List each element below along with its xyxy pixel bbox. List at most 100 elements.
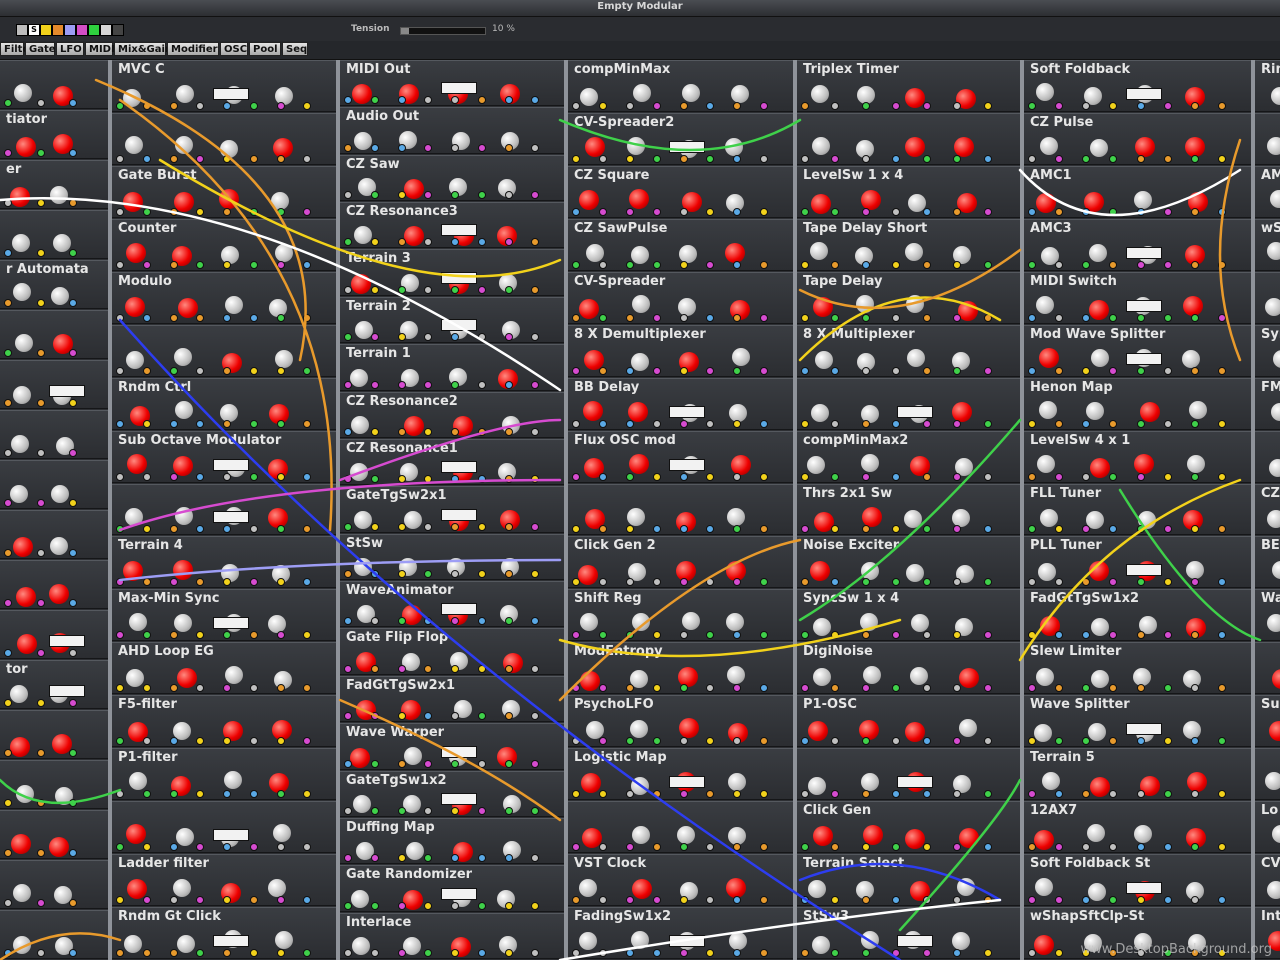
module-panel[interactable]: DigiNoise [797, 642, 1020, 695]
patch-jack[interactable] [142, 843, 151, 852]
patch-jack[interactable] [424, 948, 433, 957]
patch-jack[interactable] [760, 313, 769, 322]
patch-jack[interactable] [801, 207, 809, 216]
patch-jack[interactable] [531, 191, 540, 200]
patch-jack[interactable] [424, 664, 433, 673]
patch-jack[interactable] [504, 143, 513, 152]
patch-jack[interactable] [370, 759, 379, 768]
module-panel[interactable]: CZ [1255, 483, 1280, 536]
patch-jack[interactable] [370, 191, 379, 200]
knob-control[interactable] [910, 667, 929, 686]
patch-jack[interactable] [1190, 525, 1199, 534]
patch-jack[interactable] [861, 313, 870, 322]
patch-jack[interactable] [1109, 313, 1118, 322]
patch-jack[interactable] [1217, 737, 1226, 746]
patch-jack[interactable] [861, 419, 870, 428]
patch-jack[interactable] [344, 475, 352, 484]
module-panel[interactable]: Terrain Select [797, 854, 1020, 907]
patch-jack[interactable] [424, 854, 433, 863]
knob-control[interactable] [626, 507, 645, 526]
knob-control[interactable] [579, 87, 598, 106]
module-panel[interactable]: P1-filter [112, 748, 336, 801]
patch-jack[interactable] [598, 313, 607, 322]
patch-jack[interactable] [1163, 101, 1172, 110]
patch-jack[interactable] [142, 313, 151, 322]
patch-jack[interactable] [276, 207, 285, 216]
patch-jack[interactable] [249, 101, 258, 110]
patch-jack[interactable] [397, 238, 406, 247]
knob-control[interactable] [174, 136, 193, 155]
knob-control[interactable] [1181, 350, 1200, 369]
patch-jack[interactable] [572, 948, 580, 957]
patch-jack[interactable] [424, 806, 433, 815]
knob-control[interactable] [811, 193, 832, 214]
patch-jack[interactable] [801, 366, 809, 375]
patch-jack[interactable] [892, 101, 901, 110]
knob-control[interactable] [405, 842, 424, 861]
patch-jack[interactable] [249, 631, 258, 640]
patch-jack[interactable] [760, 419, 769, 428]
knob-control[interactable] [631, 825, 650, 844]
value-display[interactable] [1126, 882, 1163, 895]
patch-jack[interactable] [69, 399, 78, 407]
patch-jack[interactable] [477, 664, 486, 673]
module-panel[interactable]: Slew Limiter [1024, 642, 1251, 695]
patch-jack[interactable] [344, 617, 352, 626]
patch-jack[interactable] [861, 154, 870, 163]
knob-control[interactable] [579, 612, 598, 631]
patch-jack[interactable] [1217, 684, 1226, 693]
knob-control[interactable] [1133, 453, 1154, 474]
patch-jack[interactable] [1163, 631, 1172, 640]
knob-control[interactable] [10, 684, 29, 703]
patch-jack[interactable] [424, 380, 433, 389]
patch-jack[interactable] [1028, 154, 1036, 163]
module-panel[interactable] [1255, 748, 1280, 801]
patch-jack[interactable] [451, 759, 459, 768]
knob-control[interactable] [402, 936, 421, 955]
knob-control[interactable] [50, 287, 69, 305]
patch-jack[interactable] [531, 854, 540, 863]
patch-jack[interactable] [1136, 154, 1145, 163]
patch-jack[interactable] [477, 712, 486, 721]
patch-jack[interactable] [223, 578, 231, 587]
patch-jack[interactable] [303, 313, 312, 322]
knob-control[interactable] [727, 507, 746, 526]
patch-jack[interactable] [652, 419, 661, 428]
patch-jack[interactable] [451, 712, 459, 721]
patch-jack[interactable] [652, 948, 661, 957]
patch-jack[interactable] [706, 366, 715, 375]
patch-jack[interactable] [4, 549, 12, 557]
knob-control[interactable] [578, 564, 599, 585]
value-display[interactable] [212, 934, 249, 947]
module-panel[interactable]: 8 X Multiplexer [797, 324, 1020, 377]
patch-jack[interactable] [424, 617, 433, 626]
knob-control[interactable] [12, 536, 33, 557]
patch-jack[interactable] [249, 948, 258, 957]
module-panel[interactable]: CZ Resonance1 [340, 438, 564, 486]
module-panel[interactable]: Lo [1255, 801, 1280, 854]
patch-jack[interactable] [572, 684, 580, 693]
patch-jack[interactable] [572, 578, 580, 587]
patch-jack[interactable] [861, 101, 870, 110]
patch-jack[interactable] [1082, 154, 1091, 163]
patch-jack[interactable] [116, 101, 124, 110]
knob-control[interactable] [1272, 561, 1280, 580]
patch-jack[interactable] [531, 712, 540, 721]
patch-jack[interactable] [370, 285, 379, 294]
patch-jack[interactable] [4, 499, 12, 507]
patch-jack[interactable] [1028, 843, 1036, 852]
patch-jack[interactable] [169, 419, 178, 428]
patch-jack[interactable] [892, 790, 901, 799]
patch-jack[interactable] [706, 684, 715, 693]
module-panel[interactable]: CZ Saw [340, 154, 564, 202]
patch-jack[interactable] [4, 399, 12, 407]
patch-jack[interactable] [1109, 207, 1118, 216]
patch-jack[interactable] [531, 759, 540, 768]
knob-control[interactable] [808, 879, 827, 898]
patch-jack[interactable] [801, 948, 809, 957]
patch-jack[interactable] [760, 207, 769, 216]
module-panel[interactable]: CV-Spreader [568, 271, 793, 324]
knob-control[interactable] [1270, 189, 1280, 208]
patch-jack[interactable] [598, 896, 607, 905]
knob-control[interactable] [350, 463, 369, 482]
